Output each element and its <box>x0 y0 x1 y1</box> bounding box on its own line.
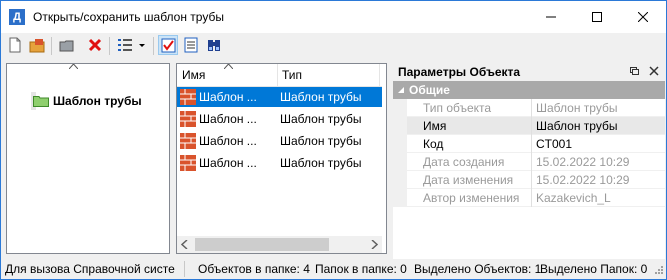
delete-icon <box>88 38 102 52</box>
property-value: 15.02.2022 10:29 <box>536 173 630 187</box>
status-hint: Для вызова Справочной систе <box>5 262 175 276</box>
list-item[interactable]: Шаблон ... Шаблон трубы <box>177 131 382 151</box>
scrollbar-thumb[interactable] <box>195 238 329 251</box>
folder-add-icon <box>59 40 74 52</box>
property-name: Имя <box>423 119 447 133</box>
horizontal-scrollbar[interactable] <box>177 236 382 253</box>
window-title: Открыть/сохранить шаблон трубы <box>33 10 224 24</box>
properties-panel-header: Параметры Объекта <box>393 61 665 81</box>
details-view-icon <box>118 39 145 51</box>
property-value: 15.02.2022 10:29 <box>536 155 630 169</box>
checked-toggle-button[interactable] <box>158 35 178 55</box>
list-item-name: Шаблон ... <box>199 90 257 104</box>
list-item[interactable]: Шаблон ... Шаблон трубы <box>177 153 382 173</box>
column-header-type[interactable]: Тип <box>282 68 302 82</box>
property-row[interactable]: Дата изменения 15.02.2022 10:29 <box>393 171 665 189</box>
folder-tree: Шаблон трубы <box>6 63 170 254</box>
status-objects-count: Объектов в папке: 4 <box>198 262 310 276</box>
list-item[interactable]: Шаблон ... Шаблон трубы <box>177 87 382 107</box>
list-item[interactable]: Шаблон ... Шаблон трубы <box>177 109 382 129</box>
list-item-name: Шаблон ... <box>199 156 257 170</box>
status-folders-count: Папок в папке: 0 <box>315 262 407 276</box>
property-value[interactable]: CT001 <box>536 137 572 151</box>
tree-item-label: Шаблон трубы <box>53 94 142 108</box>
folder-icon <box>33 96 49 107</box>
property-row[interactable]: Автор изменения Kazakevich_L <box>393 189 665 207</box>
property-name: Дата изменения <box>423 173 514 187</box>
list-item-type: Шаблон трубы <box>280 156 362 170</box>
property-value: Шаблон трубы <box>536 101 618 115</box>
app-icon: Д <box>9 9 25 25</box>
sort-arrow-icon <box>224 64 233 69</box>
property-row[interactable]: Имя Шаблон трубы <box>393 117 665 135</box>
property-name: Дата создания <box>423 155 505 169</box>
scroll-right-icon[interactable] <box>370 240 378 249</box>
open-folder-icon <box>29 39 45 53</box>
minimize-button[interactable] <box>528 1 574 33</box>
list-item-name: Шаблон ... <box>199 112 257 126</box>
property-category-label: Общие <box>409 83 450 97</box>
brick-icon <box>180 111 196 127</box>
brick-icon <box>180 155 196 171</box>
open-folder-button[interactable] <box>27 35 47 55</box>
property-row[interactable]: Дата создания 15.02.2022 10:29 <box>393 153 665 171</box>
find-button[interactable] <box>204 35 224 55</box>
property-grid: Общие Тип объекта Шаблон трубы Имя Шабло… <box>393 81 665 259</box>
status-selected-folders: Выделено Папок: 0 <box>540 262 648 276</box>
property-row[interactable]: Код CT001 <box>393 135 665 153</box>
list-item-type: Шаблон трубы <box>280 90 362 104</box>
scroll-left-icon[interactable] <box>181 240 189 249</box>
new-file-button[interactable] <box>5 35 25 55</box>
resize-grip-icon[interactable] <box>652 265 664 277</box>
pin-icon[interactable] <box>629 66 639 76</box>
list-item-type: Шаблон трубы <box>280 134 362 148</box>
title-bar: Д Открыть/сохранить шаблон трубы <box>1 1 666 33</box>
property-value: Kazakevich_L <box>536 191 611 205</box>
status-selected-objects: Выделено Объектов: 1 <box>414 262 542 276</box>
object-list: Имя Тип Шаблон ... Шаблон трубы Шаблон .… <box>176 63 387 254</box>
property-name: Тип объекта <box>423 101 492 115</box>
sort-arrow-icon <box>69 64 78 69</box>
properties-panel-title: Параметры Объекта <box>398 65 521 79</box>
document-icon <box>184 37 198 53</box>
dialog-window: Д Открыть/сохранить шаблон трубы Шаблон … <box>0 0 667 280</box>
tree-item-pipe-template[interactable]: Шаблон трубы <box>31 92 142 110</box>
toolbar <box>1 33 666 59</box>
maximize-button[interactable] <box>574 1 620 33</box>
list-item-name: Шаблон ... <box>199 134 257 148</box>
delete-button[interactable] <box>85 35 105 55</box>
new-folder-button[interactable] <box>57 35 77 55</box>
property-category[interactable]: Общие <box>393 81 665 99</box>
status-bar: Для вызова Справочной систе Объектов в п… <box>1 259 666 279</box>
property-value[interactable]: Шаблон трубы <box>536 119 617 133</box>
list-item-type: Шаблон трубы <box>280 112 362 126</box>
collapse-icon[interactable] <box>397 86 405 94</box>
column-header-name[interactable]: Имя <box>182 68 205 82</box>
close-panel-icon[interactable] <box>649 66 659 76</box>
new-file-icon <box>9 37 21 53</box>
properties-button[interactable] <box>181 35 201 55</box>
close-button[interactable] <box>620 1 666 33</box>
checkbox-icon <box>161 38 176 53</box>
list-header: Имя Тип <box>177 64 382 87</box>
view-mode-dropdown[interactable] <box>115 35 149 55</box>
brick-icon <box>180 89 196 105</box>
brick-icon <box>180 133 196 149</box>
property-row[interactable]: Тип объекта Шаблон трубы <box>393 99 665 117</box>
property-name: Автор изменения <box>423 191 520 205</box>
binoculars-icon <box>208 40 220 51</box>
property-name: Код <box>423 137 444 151</box>
